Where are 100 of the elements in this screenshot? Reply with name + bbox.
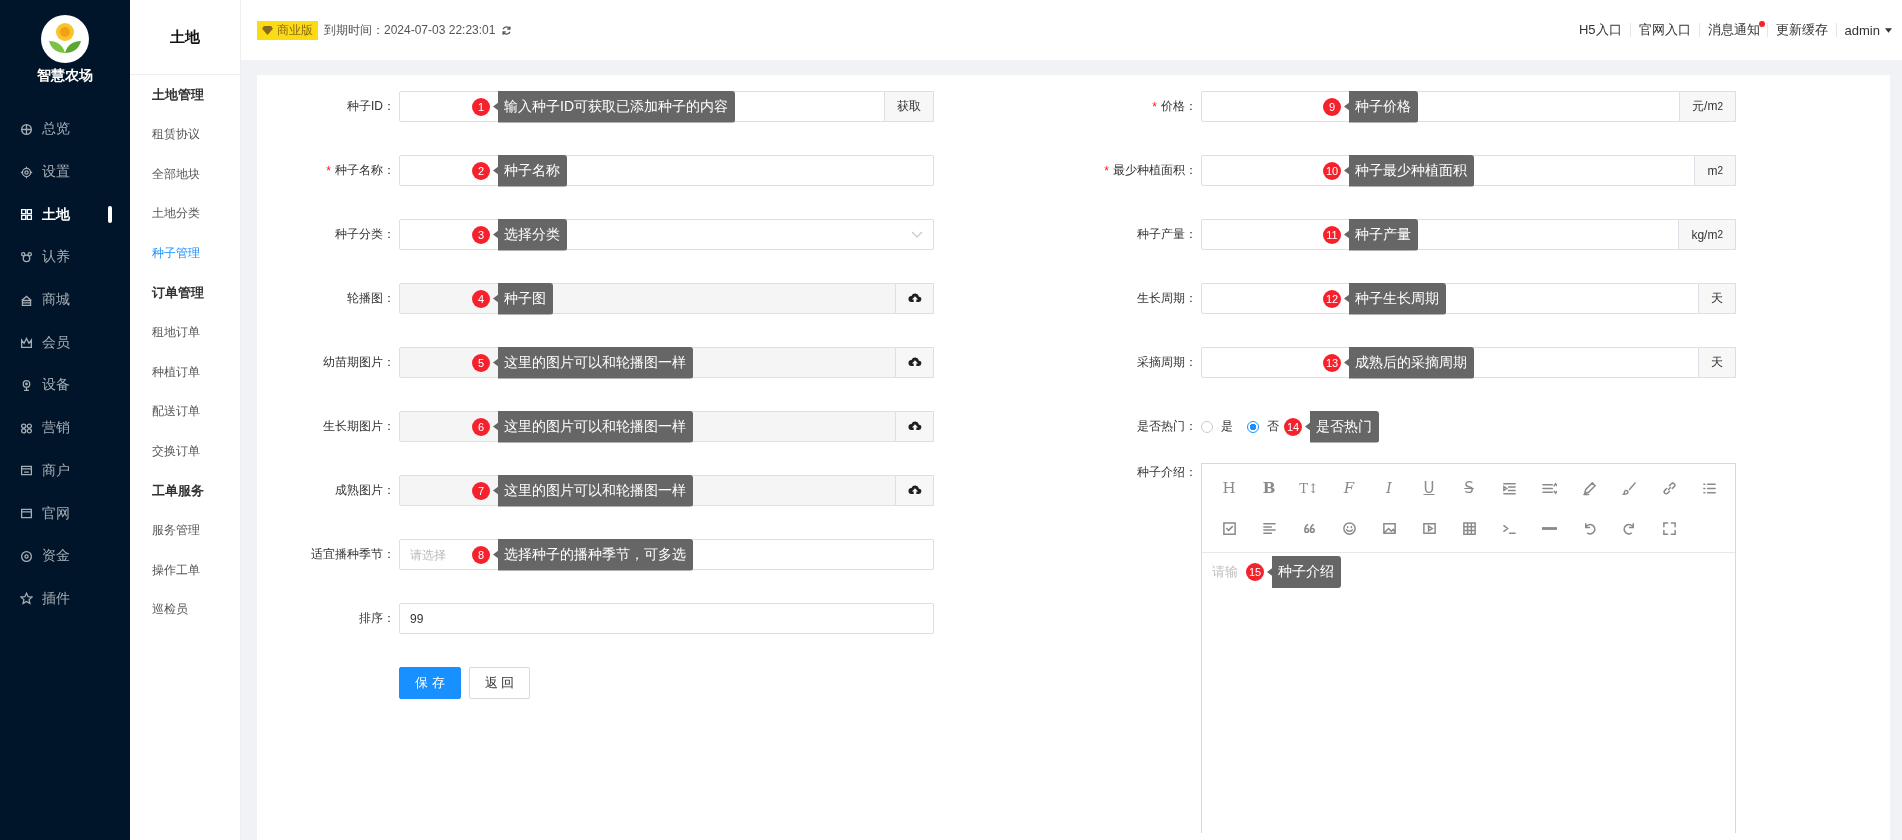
unit-label: 天 xyxy=(1699,347,1736,378)
back-button[interactable]: 返 回 xyxy=(468,666,531,699)
fullscreen-icon xyxy=(1661,520,1677,536)
upload-button[interactable] xyxy=(896,411,934,442)
browser-icon xyxy=(20,507,33,521)
nav-item[interactable]: 资金 xyxy=(0,534,130,578)
header-link[interactable]: 消息通知 xyxy=(1699,21,1768,39)
field-label: 种子名称： xyxy=(335,162,395,179)
field-label: 适宜播种季节： xyxy=(311,546,395,563)
nav-item[interactable]: 官网 xyxy=(0,492,130,535)
submenu-item[interactable]: 租赁协议 xyxy=(130,115,240,155)
field-label: 种子分类： xyxy=(335,226,395,243)
field-label: 种子产量： xyxy=(1137,226,1197,243)
chevron-down-icon xyxy=(911,230,923,239)
crown-icon xyxy=(20,336,33,350)
nav-item[interactable]: 会员 xyxy=(0,321,130,365)
annotation-tooltip: 种子最少种植面积 xyxy=(1344,154,1474,187)
field-label: 种子ID： xyxy=(347,98,395,115)
annotation-tooltip: 选择分类 xyxy=(493,218,567,251)
nav-item[interactable]: 营销 xyxy=(0,406,130,450)
nav-item[interactable]: 认养 xyxy=(0,236,130,279)
header-link[interactable]: 官网入口 xyxy=(1630,21,1699,39)
annotation-tooltip: 种子价格 xyxy=(1344,90,1418,123)
upload-icon xyxy=(907,356,922,369)
nav-item[interactable]: 总览 xyxy=(0,108,130,151)
submenu-item[interactable]: 巡检员 xyxy=(130,590,240,630)
annotation-tooltip: 成熟后的采摘周期 xyxy=(1344,346,1474,379)
field-label: 幼苗期图片： xyxy=(323,354,395,371)
caret-icon xyxy=(1885,27,1892,33)
webcam-icon xyxy=(20,378,33,392)
annotation-tooltip: 种子产量 xyxy=(1344,218,1418,251)
format-button[interactable]: I xyxy=(1369,468,1409,508)
annotation-tooltip: 这里的图片可以和轮播图一样 xyxy=(493,346,693,379)
nav-item[interactable]: 土地 xyxy=(0,193,130,237)
submenu-item[interactable]: 配送订单 xyxy=(130,392,240,432)
align-left-icon xyxy=(1261,520,1277,536)
header-link[interactable]: 更新缓存 xyxy=(1767,21,1836,39)
required-mark: * xyxy=(1104,163,1109,178)
field-label: 是否热门： xyxy=(1137,418,1197,435)
nav-item[interactable]: 设备 xyxy=(0,364,130,407)
annotation-tooltip: 种子介绍 xyxy=(1267,556,1341,588)
upload-icon xyxy=(907,292,922,305)
annotation-tooltip: 种子图 xyxy=(493,282,553,315)
submenu-item[interactable]: 土地分类 xyxy=(130,194,240,234)
required-mark: * xyxy=(1152,99,1157,114)
submenu-item[interactable]: 租地订单 xyxy=(130,313,240,353)
pen-icon xyxy=(1581,480,1597,496)
menu-heading: 工单服务 xyxy=(151,482,205,500)
upload-button[interactable] xyxy=(896,347,934,378)
nav-item[interactable]: 商户 xyxy=(0,449,130,493)
grid-icon xyxy=(20,208,33,222)
number-badge: 14 xyxy=(1284,417,1302,436)
fetch-button[interactable]: 获取 xyxy=(885,91,934,122)
nav-item[interactable]: 设置 xyxy=(0,150,130,194)
star-icon xyxy=(20,592,33,606)
indent-icon xyxy=(1501,480,1517,496)
radio-option[interactable]: 是 xyxy=(1201,418,1233,435)
gear-icon xyxy=(20,165,33,179)
radio-option[interactable]: 否 xyxy=(1247,418,1279,435)
line-height-icon xyxy=(1541,480,1557,496)
card-icon xyxy=(20,464,33,478)
format-button[interactable]: S xyxy=(1449,468,1489,508)
submenu-item[interactable]: 服务管理 xyxy=(130,511,240,551)
field-label: 生长周期： xyxy=(1137,290,1197,307)
upload-button[interactable] xyxy=(896,283,934,314)
diamond-icon xyxy=(262,25,273,35)
refresh-icon[interactable] xyxy=(501,24,513,36)
section-title: 土地 xyxy=(130,0,240,75)
user-menu[interactable]: admin xyxy=(1836,22,1892,38)
brush-icon xyxy=(1621,480,1637,496)
expiry-text: 到期时间：2024-07-03 22:23:01 xyxy=(324,21,496,39)
field-label: 种子介绍： xyxy=(1137,464,1197,481)
video-icon xyxy=(1421,520,1437,536)
annotation-tooltip: 选择种子的播种季节，可多选 xyxy=(493,538,693,571)
bear-icon xyxy=(20,250,33,264)
edition-text: 商业版 xyxy=(277,21,313,39)
header-link[interactable]: H5入口 xyxy=(1570,21,1630,39)
submenu-item[interactable]: 操作工单 xyxy=(130,550,240,590)
clover-icon xyxy=(20,421,33,435)
field-label: 成熟图片： xyxy=(335,482,395,499)
field-label: 价格： xyxy=(1161,98,1197,115)
annotation-tooltip: 这里的图片可以和轮播图一样 xyxy=(493,410,693,443)
number-badge: 15 xyxy=(1246,563,1264,581)
link-icon xyxy=(1661,480,1677,496)
active-indicator xyxy=(108,206,112,224)
annotation-tooltip: 这里的图片可以和轮播图一样 xyxy=(493,474,693,507)
field-label: 采摘周期： xyxy=(1137,354,1197,371)
text-field[interactable]: 99 xyxy=(399,603,934,634)
required-mark: * xyxy=(326,163,331,178)
field-label: 最少种植面积： xyxy=(1113,162,1197,179)
field-label: 生长期图片： xyxy=(323,418,395,435)
nav-item[interactable]: 商城 xyxy=(0,278,130,322)
submenu-item[interactable]: 全部地块 xyxy=(130,154,240,194)
submenu-item[interactable]: 种植订单 xyxy=(130,352,240,392)
annotation-tooltip: 是否热门 xyxy=(1305,410,1379,443)
submenu-item[interactable]: 交换订单 xyxy=(130,431,240,471)
upload-icon xyxy=(907,420,922,433)
annotation-tooltip: 种子名称 xyxy=(493,154,567,187)
upload-button[interactable] xyxy=(896,475,934,506)
nav-item[interactable]: 插件 xyxy=(0,577,130,621)
